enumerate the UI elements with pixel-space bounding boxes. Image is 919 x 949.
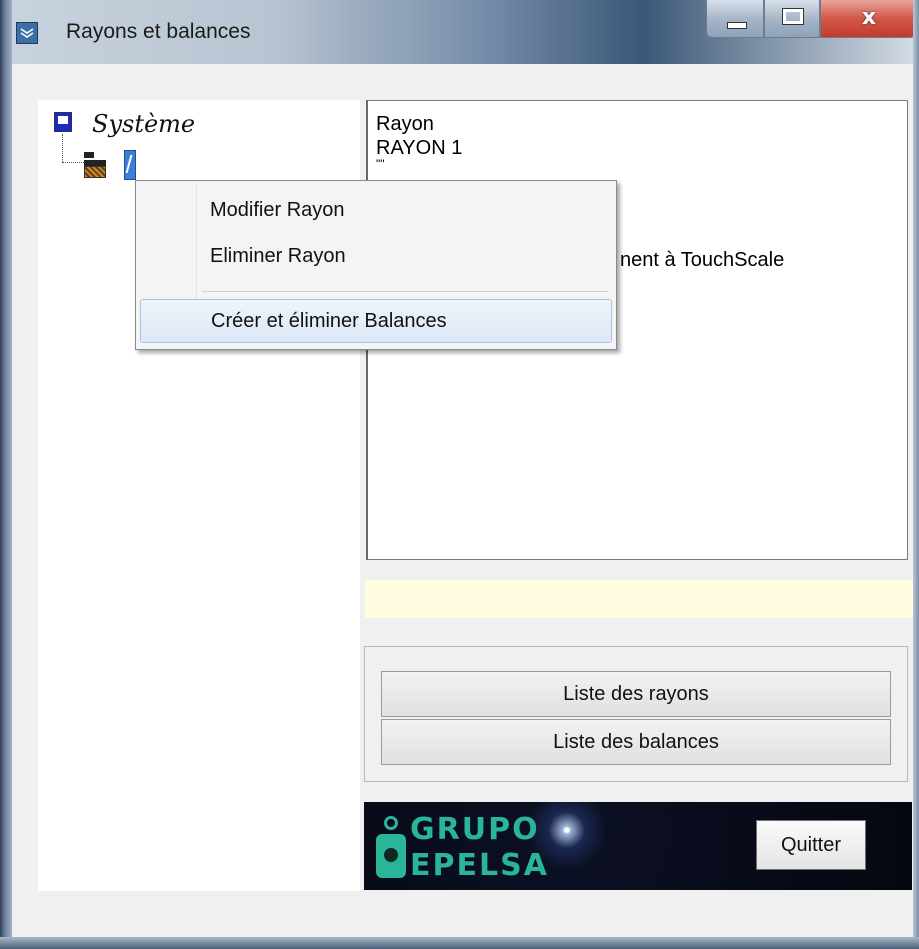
close-button[interactable]: x <box>820 0 916 38</box>
info-line: RAYON 1 <box>376 137 463 159</box>
minimize-button[interactable] <box>706 0 764 38</box>
title-bar[interactable]: Rayons et balances x <box>0 0 919 64</box>
brand-name-line2: EPELSA <box>410 848 549 883</box>
window-title: Rayons et balances <box>66 20 251 43</box>
brand-name-line1: GRUPO <box>410 812 540 847</box>
menu-item-label: Créer et éliminer Balances <box>211 310 447 332</box>
brand-banner: GRUPO EPELSA Quitter <box>364 802 912 890</box>
close-icon: x <box>861 5 877 30</box>
tree-item-rayon-selected[interactable] <box>124 150 136 180</box>
window-frame-right <box>913 0 919 949</box>
status-bar <box>365 580 913 618</box>
menu-item-modify-rayon[interactable]: Modifier Rayon <box>140 189 612 233</box>
window-frame-left <box>0 0 12 949</box>
list-balances-button[interactable]: Liste des balances <box>381 719 891 765</box>
computer-icon[interactable] <box>54 112 72 132</box>
tree-connector <box>62 162 84 163</box>
epelsa-logo-icon <box>376 816 406 880</box>
app-icon[interactable] <box>16 22 38 44</box>
menu-separator <box>202 291 608 292</box>
info-line: "" <box>376 157 385 171</box>
menu-item-manage-balances[interactable]: Créer et éliminer Balances <box>140 299 612 343</box>
minimize-icon <box>727 22 747 29</box>
maximize-button[interactable] <box>764 0 820 38</box>
menu-item-label: Modifier Rayon <box>210 199 345 221</box>
info-line: Rayon <box>376 113 434 135</box>
list-buttons-group: Liste des rayons Liste des balances <box>364 646 908 782</box>
quit-button[interactable]: Quitter <box>756 820 866 870</box>
menu-item-label: Eliminer Rayon <box>210 245 346 267</box>
list-rayons-button[interactable]: Liste des rayons <box>381 671 891 717</box>
menu-item-delete-rayon[interactable]: Eliminer Rayon <box>140 235 612 279</box>
application-window: Rayons et balances x Système Rayon RAYON… <box>0 0 919 949</box>
department-icon[interactable] <box>84 152 106 178</box>
info-line: nent à TouchScale <box>620 249 785 271</box>
window-frame-bottom <box>0 937 919 949</box>
maximize-icon <box>782 8 804 25</box>
context-menu: Modifier Rayon Eliminer Rayon Créer et é… <box>135 180 617 350</box>
tree-root-label[interactable]: Système <box>92 110 195 138</box>
tree-connector <box>62 134 63 162</box>
